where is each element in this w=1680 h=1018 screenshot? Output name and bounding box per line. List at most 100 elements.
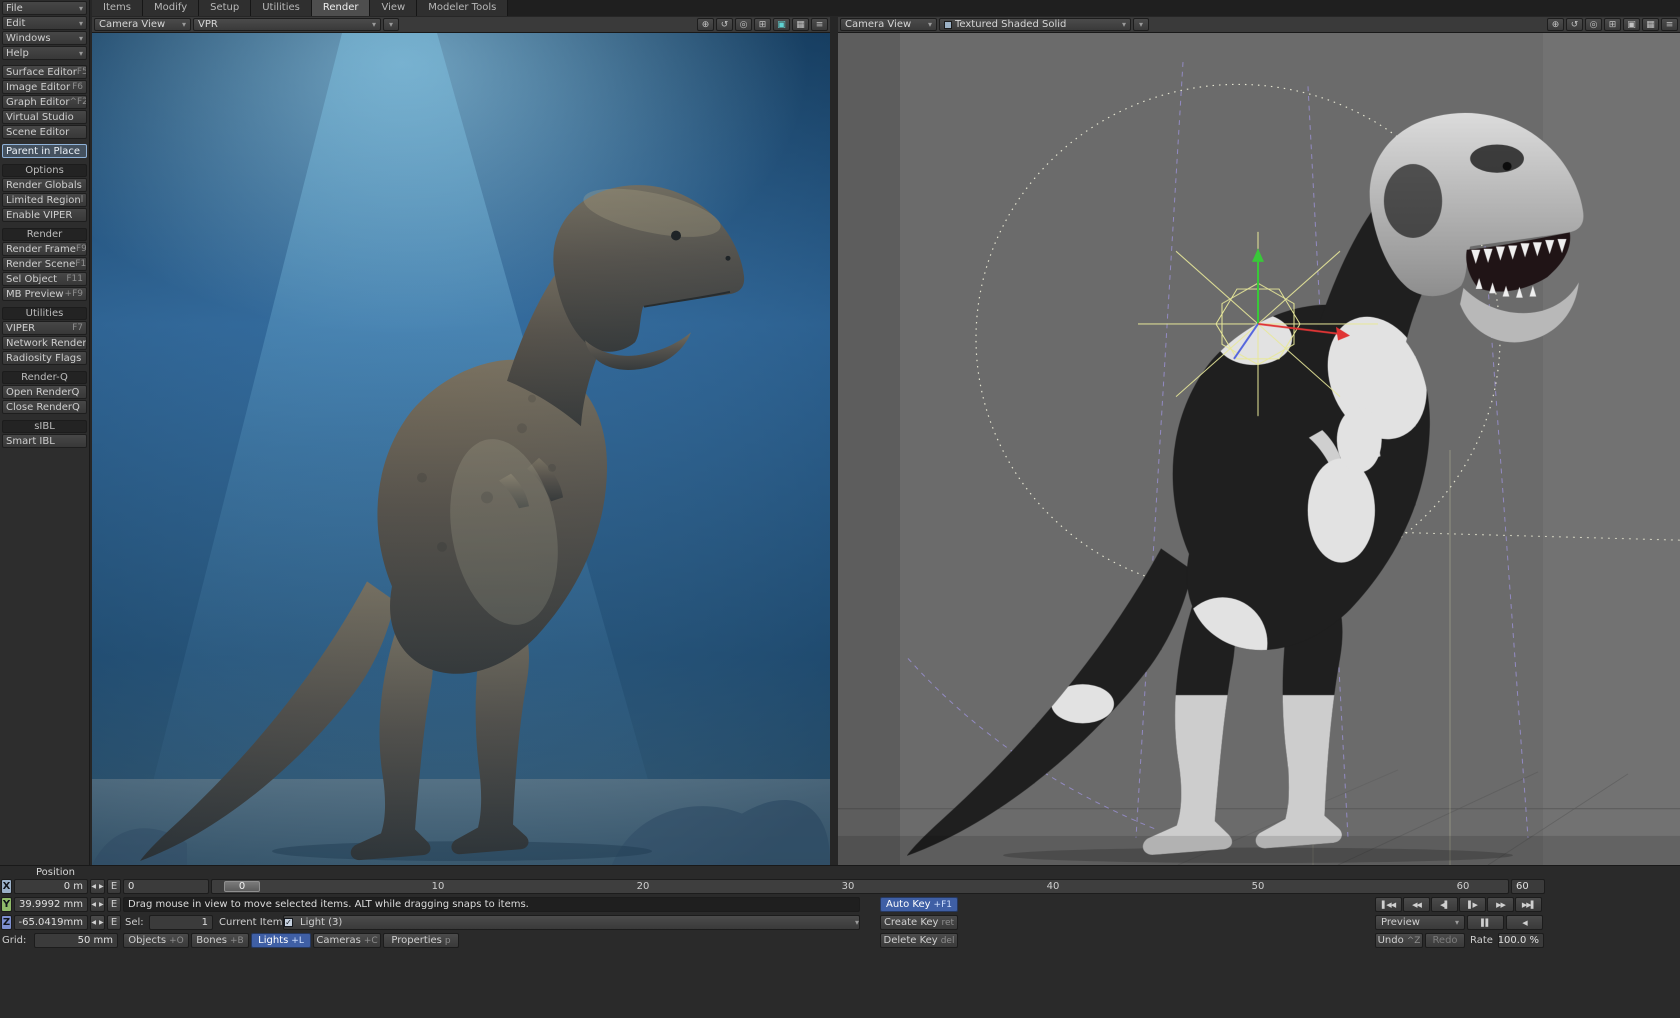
grid-size-field[interactable]: 50 mm: [34, 933, 118, 948]
create-key-button[interactable]: Create Key ret: [880, 915, 958, 930]
tab-render[interactable]: Render: [312, 0, 371, 16]
sidebar-item-surface-editor[interactable]: Surface Editor F5: [2, 65, 87, 79]
sidebar-item-radiosity-flags[interactable]: Radiosity Flags: [2, 351, 87, 365]
shortcut-label: ^Z: [1407, 936, 1421, 946]
go-to-start-button[interactable]: ▌◀◀: [1375, 897, 1402, 912]
z-stepper[interactable]: ◀▶: [90, 915, 105, 930]
delete-key-button[interactable]: Delete Key del: [880, 933, 958, 948]
preview-pause-button[interactable]: ▌▌: [1467, 915, 1504, 930]
chevron-down-icon: ▾: [182, 20, 186, 29]
zoom-icon[interactable]: ◎: [735, 18, 752, 31]
tab-modeler-tools[interactable]: Modeler Tools: [417, 0, 508, 16]
x-envelope-button[interactable]: E: [107, 879, 121, 894]
tab-view[interactable]: View: [370, 0, 417, 16]
sidebar-item-render-frame[interactable]: Render Frame F9: [2, 242, 87, 256]
item-tab-objects[interactable]: Objects +O: [123, 933, 189, 948]
move-icon[interactable]: ⊕: [697, 18, 714, 31]
sidebar-item-close-renderq[interactable]: Close RenderQ: [2, 400, 87, 414]
rotate-icon[interactable]: ↺: [1566, 18, 1583, 31]
viewport-options-dropdown[interactable]: ▾: [383, 18, 399, 31]
preview-dropdown[interactable]: Preview ▾: [1375, 915, 1465, 930]
item-tab-bones[interactable]: Bones +B: [191, 933, 249, 948]
render-mode-dropdown[interactable]: VPR ▾: [193, 18, 381, 31]
y-stepper[interactable]: ◀▶: [90, 897, 105, 912]
play-forward-button[interactable]: ▌▶: [1459, 897, 1486, 912]
grid-label: Grid:: [2, 933, 26, 948]
rotate-icon[interactable]: ↺: [716, 18, 733, 31]
prev-key-button[interactable]: ◀◀: [1403, 897, 1430, 912]
sidebar-item-render-globals[interactable]: Render Globals: [2, 178, 87, 192]
menu-icon[interactable]: ≡: [1661, 18, 1678, 31]
camera-icon[interactable]: ▣: [773, 18, 790, 31]
sidebar-item-sel-object[interactable]: Sel Object F11: [2, 272, 87, 286]
shortcut-label: +C: [364, 936, 378, 946]
render-mode-dropdown[interactable]: Textured Shaded Solid ▾: [939, 18, 1131, 31]
rate-field[interactable]: 100.0 %: [1498, 933, 1544, 948]
next-key-button[interactable]: ▶▶: [1487, 897, 1514, 912]
fit-icon[interactable]: ⊞: [1604, 18, 1621, 31]
viewport-right-canvas[interactable]: [838, 33, 1680, 865]
y-value-field[interactable]: 39.9992 mm: [14, 897, 88, 912]
y-envelope-button[interactable]: E: [107, 897, 121, 912]
grid-icon[interactable]: ▦: [1642, 18, 1659, 31]
go-to-end-button[interactable]: ▶▶▌: [1515, 897, 1542, 912]
menu-icon[interactable]: ≡: [811, 18, 828, 31]
z-value-field[interactable]: -65.0419mm: [14, 915, 88, 930]
button-label: Enable VIPER: [6, 210, 72, 221]
current-item-value: Light (3): [300, 917, 342, 928]
view-mode-dropdown[interactable]: Camera View ▾: [840, 18, 937, 31]
sidebar-item-smart-ibl[interactable]: Smart IBL: [2, 434, 87, 448]
top-tab-bar: Items Modify Setup Utilities Render View…: [92, 0, 1680, 16]
x-stepper[interactable]: ◀▶: [90, 879, 105, 894]
view-mode-dropdown[interactable]: Camera View ▾: [94, 18, 191, 31]
move-icon[interactable]: ⊕: [1547, 18, 1564, 31]
zoom-icon[interactable]: ◎: [1585, 18, 1602, 31]
item-tab-lights[interactable]: Lights +L: [251, 933, 311, 948]
tab-modify[interactable]: Modify: [143, 0, 199, 16]
menu-edit[interactable]: Edit ▾: [2, 16, 87, 30]
sidebar-item-graph-editor[interactable]: Graph Editor ^F2: [2, 95, 87, 109]
menu-windows[interactable]: Windows ▾: [2, 31, 87, 45]
viewport-left-canvas[interactable]: [92, 33, 830, 865]
tab-utilities[interactable]: Utilities: [251, 0, 312, 16]
button-label: Render Scene: [6, 259, 75, 270]
preview-step-button[interactable]: ◀: [1506, 915, 1543, 930]
button-label: Delete Key: [884, 935, 938, 946]
undo-button[interactable]: Undo ^Z: [1375, 933, 1423, 948]
item-tab-cameras[interactable]: Cameras +C: [313, 933, 381, 948]
sidebar-item-mb-preview[interactable]: MB Preview +F9: [2, 287, 87, 301]
auto-key-button[interactable]: Auto Key +F1: [880, 897, 958, 912]
sidebar-item-virtual-studio[interactable]: Virtual Studio: [2, 110, 87, 124]
timeline-handle[interactable]: 0: [224, 881, 260, 892]
section-header-sibl: sIBL: [2, 420, 87, 433]
viewport-options-dropdown[interactable]: ▾: [1133, 18, 1149, 31]
timeline-track[interactable]: 0 10 20 30 40 50 60: [211, 879, 1509, 894]
stepper-left-icon: ◀: [91, 901, 96, 908]
sidebar-item-scene-editor[interactable]: Scene Editor: [2, 125, 87, 139]
menu-file[interactable]: File ▾: [2, 1, 87, 15]
tab-setup[interactable]: Setup: [199, 0, 251, 16]
play-reverse-button[interactable]: ◀▌: [1431, 897, 1458, 912]
x-value-field[interactable]: 0 m: [14, 879, 88, 894]
sidebar-item-viper[interactable]: VIPER F7: [2, 321, 87, 335]
sidebar-item-network-render[interactable]: Network Render: [2, 336, 87, 350]
sidebar-item-limited-region[interactable]: Limited Region l: [2, 193, 87, 207]
sidebar-item-parent-in-place[interactable]: Parent in Place: [2, 144, 87, 158]
sidebar-item-open-renderq[interactable]: Open RenderQ: [2, 385, 87, 399]
sidebar-item-enable-viper[interactable]: Enable VIPER: [2, 208, 87, 222]
fit-icon[interactable]: ⊞: [754, 18, 771, 31]
menu-help[interactable]: Help ▾: [2, 46, 87, 60]
camera-icon[interactable]: ▣: [1623, 18, 1640, 31]
shortcut-label: del: [941, 936, 955, 946]
z-envelope-button[interactable]: E: [107, 915, 121, 930]
first-frame-field[interactable]: 0: [123, 879, 209, 894]
grid-icon[interactable]: ▦: [792, 18, 809, 31]
check-icon: ✓: [284, 918, 293, 927]
redo-button[interactable]: Redo: [1425, 933, 1465, 948]
current-item-dropdown[interactable]: ✓ Light (3) ▾: [283, 915, 860, 930]
last-frame-field[interactable]: 60: [1511, 879, 1545, 894]
sidebar-item-image-editor[interactable]: Image Editor F6: [2, 80, 87, 94]
tab-items[interactable]: Items: [92, 0, 143, 16]
item-tab-properties[interactable]: Properties p: [383, 933, 459, 948]
sidebar-item-render-scene[interactable]: Render Scene F10: [2, 257, 87, 271]
